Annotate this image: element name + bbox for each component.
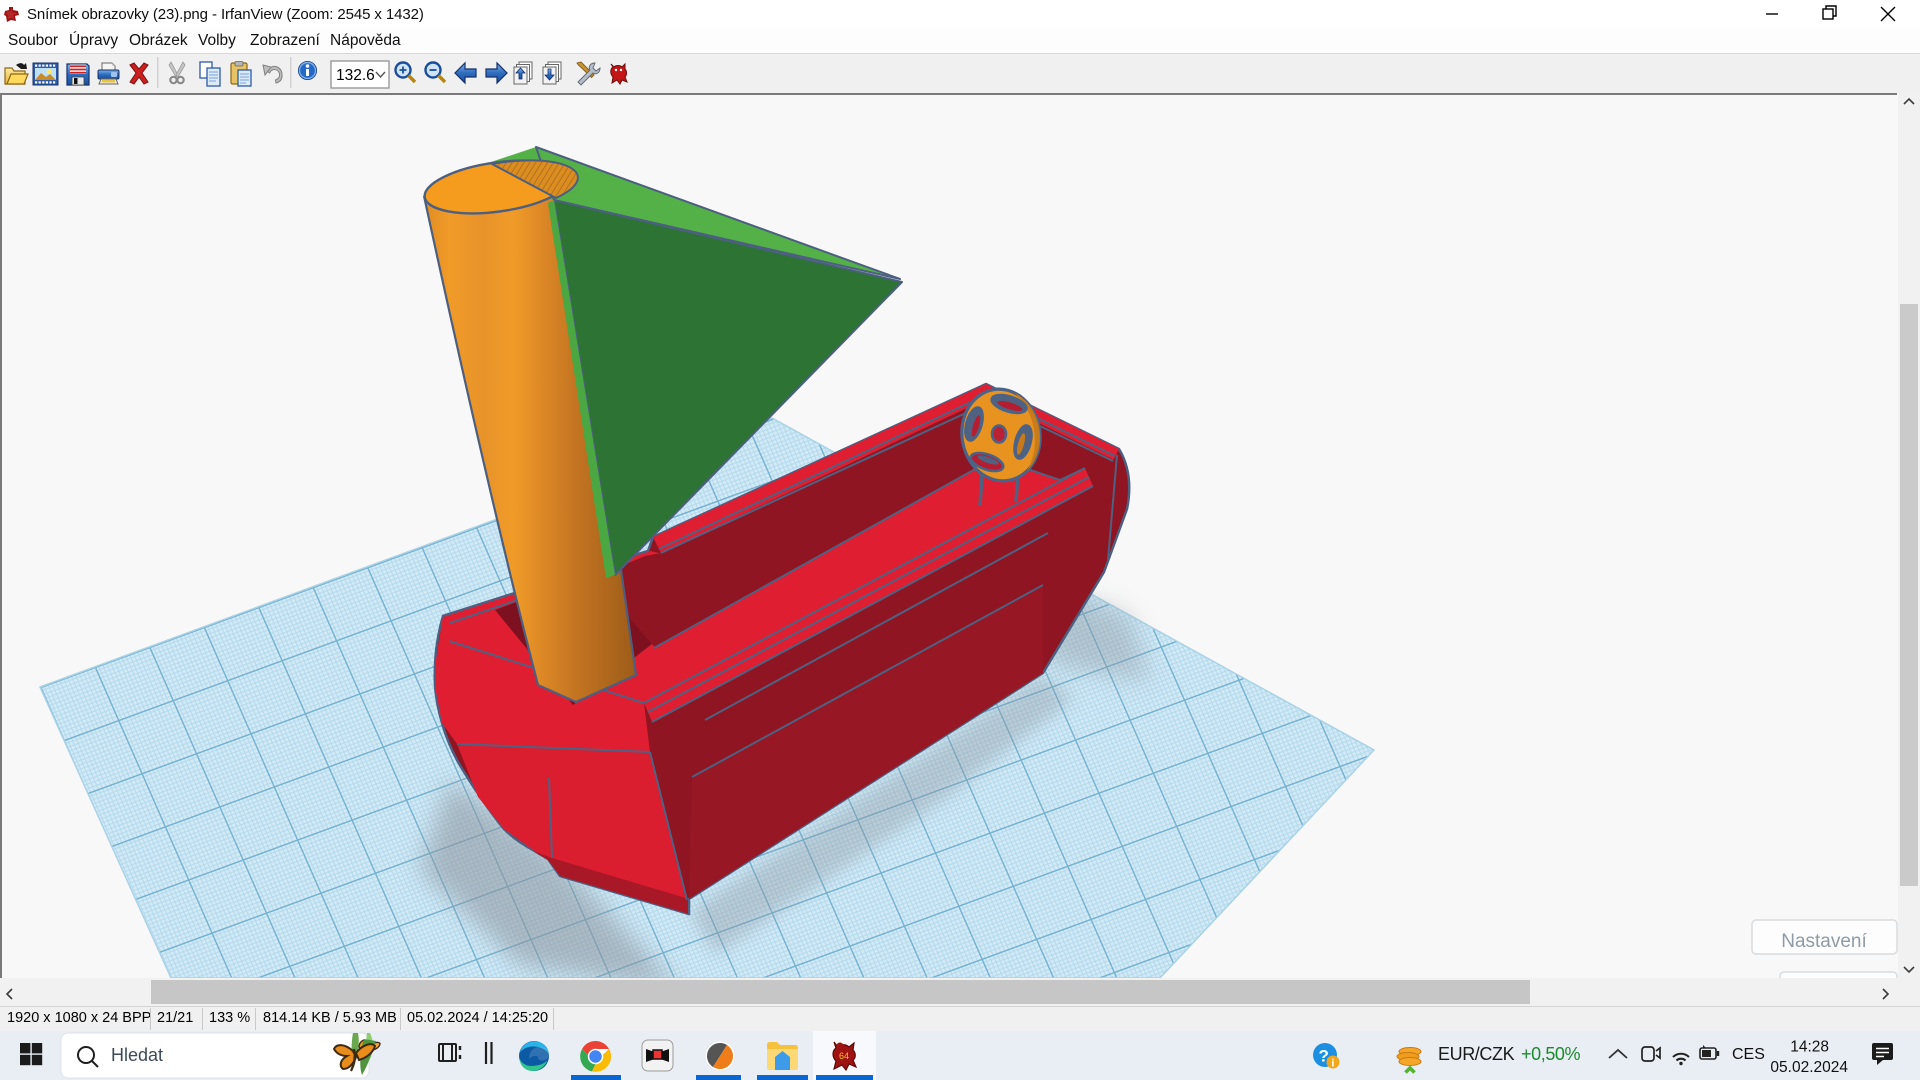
svg-text:64: 64 <box>839 1051 849 1061</box>
svg-text:05.02.2024: 05.02.2024 <box>1770 1059 1848 1076</box>
svg-text:+0,50%: +0,50% <box>1521 1044 1581 1064</box>
svg-text:Hledat: Hledat <box>111 1045 163 1065</box>
svg-text:14:28: 14:28 <box>1790 1039 1829 1056</box>
svg-text:132.6: 132.6 <box>336 67 375 84</box>
svg-text:CES: CES <box>1732 1046 1765 1063</box>
svg-text:i: i <box>1331 1058 1334 1070</box>
svg-text:Nastavení: Nastavení <box>1781 931 1867 952</box>
svg-text:EUR/CZK: EUR/CZK <box>1438 1044 1515 1064</box>
